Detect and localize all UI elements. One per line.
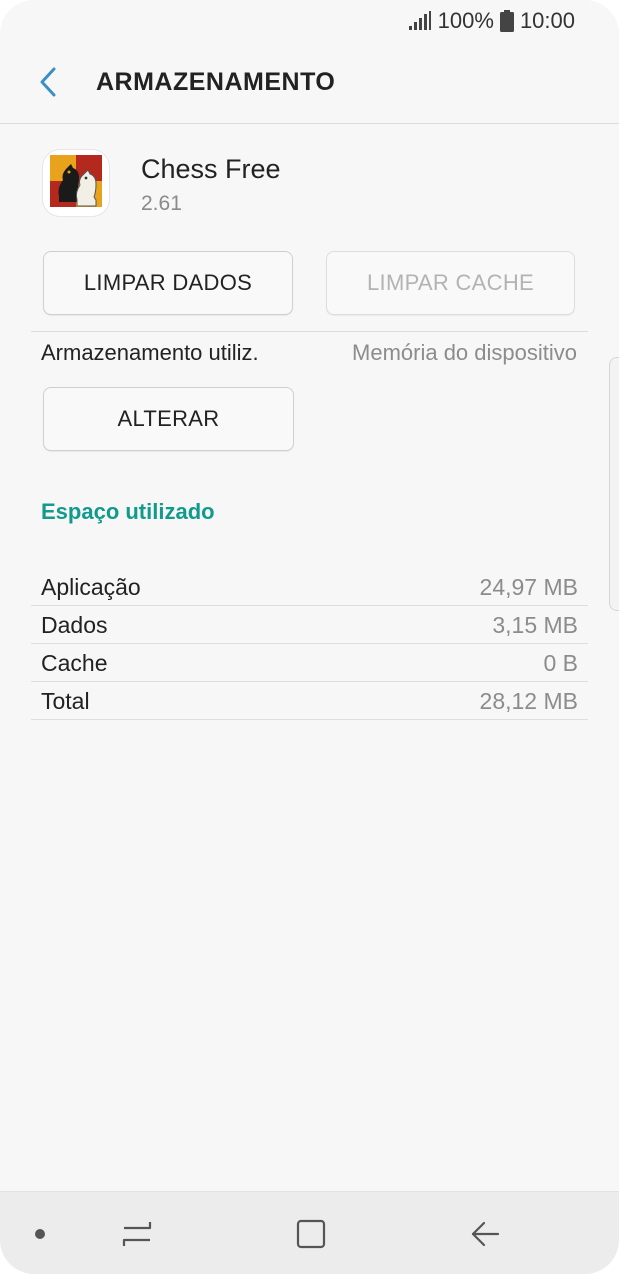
recent-apps-icon[interactable] [112, 1192, 162, 1274]
status-time: 10:00 [519, 8, 575, 33]
usage-section-title: Espaço utilizado [41, 499, 215, 524]
storage-used-label: Armazenamento utiliz. [41, 340, 259, 365]
phone-screen: 100% 10:00 ARMAZENAMENTO Chess Free 2.61… [0, 0, 619, 1274]
back-button[interactable] [26, 62, 70, 106]
status-bar: 100% 10:00 [0, 0, 619, 42]
app-icon [42, 149, 110, 217]
clear-data-button[interactable]: LIMPAR DADOS [43, 251, 293, 315]
divider [31, 331, 588, 332]
signal-icon [408, 11, 432, 31]
storage-used-value: Memória do dispositivo [352, 340, 577, 365]
app-header: ARMAZENAMENTO [0, 42, 619, 124]
usage-row-label: Dados [41, 612, 108, 638]
navigation-bar [0, 1191, 619, 1274]
usage-row-value: 0 B [543, 650, 578, 676]
usage-row-value: 28,12 MB [479, 688, 578, 714]
usage-row-label: Cache [41, 650, 108, 676]
usage-row-data: Dados 3,15 MB [31, 606, 588, 644]
back-arrow-icon [38, 67, 58, 102]
edge-panel-handle[interactable] [609, 357, 619, 611]
home-icon[interactable] [286, 1192, 336, 1274]
clear-cache-button[interactable]: LIMPAR CACHE [326, 251, 575, 315]
dot-indicator-icon[interactable] [24, 1192, 56, 1274]
page-title: ARMAZENAMENTO [96, 68, 336, 96]
back-icon[interactable] [460, 1192, 510, 1274]
change-storage-button[interactable]: ALTERAR [43, 387, 294, 451]
chess-knight-icon [47, 152, 105, 215]
usage-row-total: Total 28,12 MB [31, 682, 588, 720]
battery-icon [499, 10, 514, 32]
app-name: Chess Free [141, 154, 281, 184]
usage-row-label: Aplicação [41, 574, 141, 600]
usage-row-cache: Cache 0 B [31, 644, 588, 682]
usage-row-value: 3,15 MB [492, 612, 578, 638]
app-version: 2.61 [141, 192, 182, 215]
battery-percent: 100% [437, 8, 494, 33]
usage-row-value: 24,97 MB [479, 574, 578, 600]
usage-row-label: Total [41, 688, 90, 714]
usage-row-application: Aplicação 24,97 MB [31, 568, 588, 606]
